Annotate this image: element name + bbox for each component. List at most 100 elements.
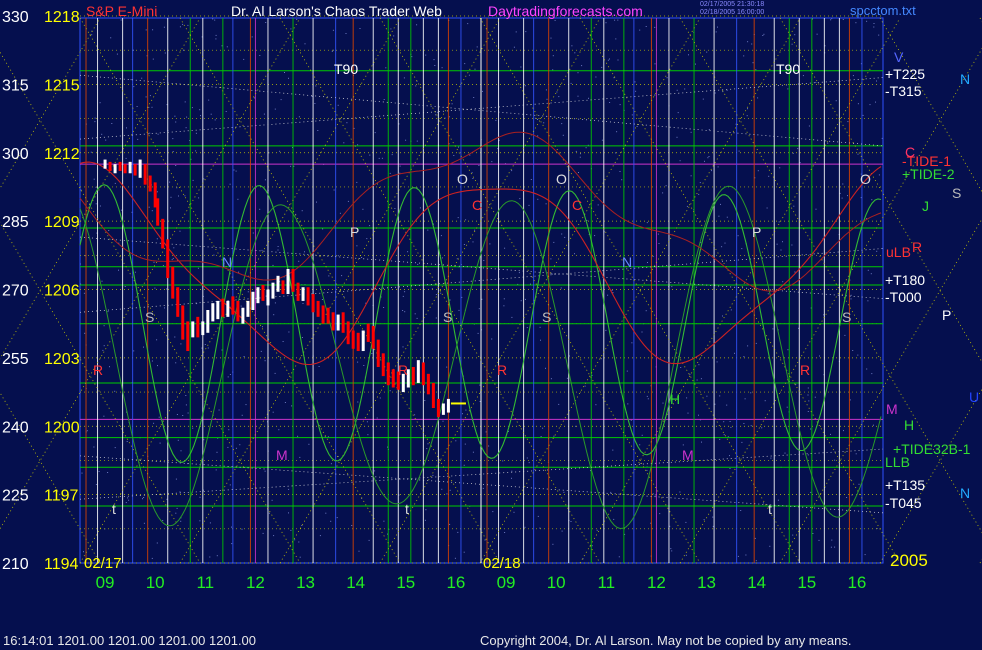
- y-axis-degree-label: 315: [2, 77, 29, 94]
- y-axis-price-label: 1206: [44, 283, 80, 300]
- chart-annotation: O: [457, 171, 468, 187]
- star-dot: [740, 510, 742, 511]
- star-dot: [495, 119, 497, 121]
- star-dot: [403, 77, 405, 79]
- star-dot: [402, 295, 404, 297]
- star-dot: [330, 520, 332, 522]
- star-dot: [844, 334, 846, 336]
- star-dot: [448, 116, 450, 118]
- star-dot: [298, 116, 300, 118]
- star-dot: [156, 339, 158, 341]
- star-dot: [876, 250, 878, 252]
- star-dot: [385, 67, 387, 69]
- star-dot: [231, 526, 232, 528]
- star-dot: [685, 554, 687, 556]
- star-dot: [153, 422, 155, 424]
- star-dot: [325, 512, 327, 514]
- star-dot: [552, 543, 554, 545]
- star-dot: [518, 272, 520, 274]
- star-dot: [554, 19, 556, 21]
- star-dot: [524, 85, 526, 87]
- y-axis-price-label: 1194: [44, 556, 79, 573]
- star-dot: [215, 34, 217, 36]
- star-dot: [578, 172, 579, 173]
- star-dot: [298, 541, 300, 543]
- star-dot: [472, 241, 474, 243]
- y-axis-degree-label: 255: [2, 351, 29, 368]
- star-dot: [858, 483, 860, 485]
- x-axis-hour-label: 11: [597, 573, 615, 592]
- star-dot: [662, 402, 664, 404]
- star-dot: [738, 150, 740, 152]
- star-dot: [654, 63, 656, 65]
- star-dot: [464, 63, 466, 65]
- star-dot: [635, 90, 637, 92]
- star-dot: [546, 98, 548, 100]
- star-dot: [301, 337, 303, 338]
- star-dot: [550, 258, 552, 260]
- star-dot: [314, 103, 316, 104]
- star-dot: [682, 444, 684, 446]
- star-dot: [764, 400, 766, 402]
- star-dot: [216, 555, 218, 557]
- star-dot: [540, 436, 542, 437]
- star-dot: [288, 512, 289, 514]
- star-dot: [528, 462, 530, 464]
- star-dot: [214, 19, 216, 21]
- star-dot: [866, 20, 868, 22]
- star-dot: [133, 86, 135, 88]
- star-dot: [791, 244, 793, 246]
- star-dot: [807, 394, 809, 396]
- chart-annotation: T90: [776, 61, 800, 77]
- star-dot: [646, 395, 648, 397]
- site-link[interactable]: Daytradingforecasts.com: [488, 3, 643, 19]
- star-dot: [564, 236, 566, 238]
- star-dot: [304, 43, 306, 45]
- star-dot: [503, 305, 505, 307]
- star-dot: [433, 59, 435, 61]
- star-dot: [243, 58, 245, 60]
- star-dot: [199, 520, 201, 522]
- star-dot: [700, 378, 702, 380]
- star-dot: [754, 537, 756, 539]
- star-dot: [855, 22, 857, 24]
- star-dot: [787, 88, 789, 90]
- quad-line-up: [379, 17, 701, 564]
- star-dot: [290, 28, 292, 30]
- star-dot: [239, 444, 241, 446]
- line-label: +T225: [885, 66, 925, 82]
- star-dot: [794, 34, 796, 36]
- y-axis-price-label: 1200: [44, 419, 80, 436]
- star-dot: [457, 217, 459, 219]
- star-dot: [180, 343, 182, 345]
- star-dot: [857, 354, 859, 356]
- star-dot: [841, 197, 843, 199]
- star-dot: [449, 523, 451, 525]
- star-dot: [228, 429, 230, 431]
- star-dot: [172, 138, 174, 140]
- star-dot: [528, 204, 530, 206]
- star-dot: [609, 58, 610, 60]
- star-dot: [371, 353, 373, 354]
- star-dot: [288, 331, 290, 333]
- star-dot: [558, 403, 560, 405]
- x-axis-hour-label: 13: [697, 573, 716, 592]
- star-dot: [221, 45, 223, 47]
- star-dot: [157, 133, 159, 135]
- star-dot: [273, 535, 275, 537]
- star-dot: [708, 156, 710, 157]
- star-dot: [677, 112, 679, 114]
- star-dot: [850, 298, 852, 300]
- star-dot: [263, 113, 265, 115]
- star-dot: [245, 404, 247, 406]
- star-dot: [243, 356, 245, 357]
- star-dot: [304, 251, 305, 253]
- star-dot: [274, 302, 276, 304]
- star-dot: [646, 469, 648, 471]
- star-dot: [368, 539, 370, 541]
- star-dot: [550, 37, 552, 39]
- star-dot: [810, 491, 812, 493]
- star-dot: [213, 254, 215, 256]
- star-dot: [389, 390, 391, 392]
- star-dot: [525, 31, 527, 33]
